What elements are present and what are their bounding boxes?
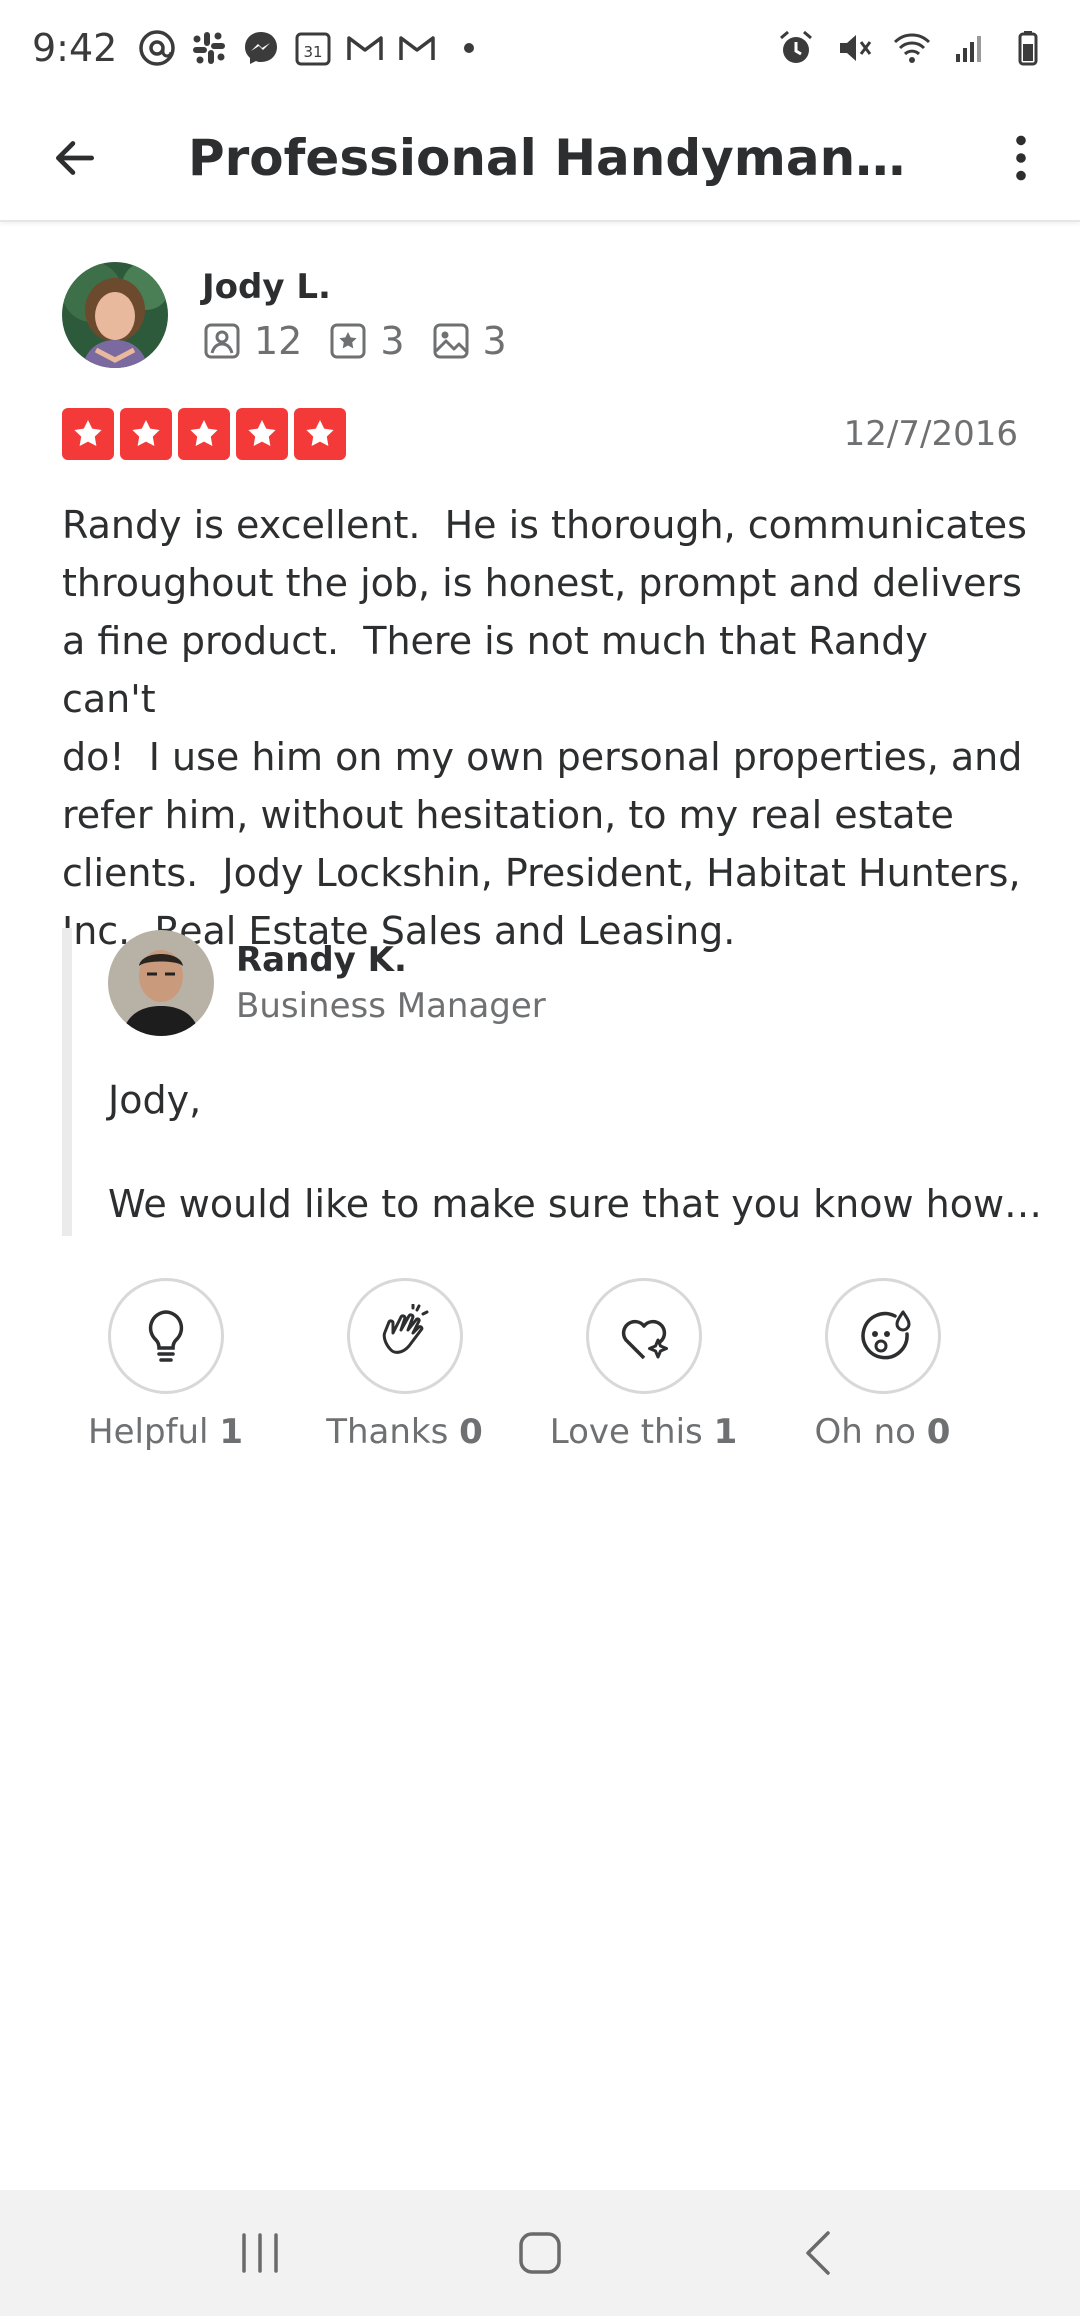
reaction-love-this-count: 1 (713, 1412, 738, 1452)
reaction-oh-no[interactable]: Oh no 0 (763, 1278, 1002, 1452)
friends-icon (204, 323, 240, 359)
messenger-icon (241, 28, 281, 68)
star-icon (236, 408, 288, 460)
friends-stat: 12 (202, 319, 302, 363)
reviewer-info: Jody L. 12 3 3 (202, 267, 533, 363)
back-button[interactable] (30, 113, 120, 203)
friends-count: 12 (254, 319, 303, 363)
dot-icon (449, 28, 489, 68)
photos-stat: 3 (431, 319, 507, 363)
lightbulb-icon (148, 1310, 183, 1362)
battery-icon (1008, 28, 1048, 68)
reply-greeting: Jody, (108, 1078, 202, 1122)
reviews-stat: 3 (328, 319, 405, 363)
photo-icon (433, 323, 469, 359)
reaction-helpful-button[interactable] (107, 1278, 224, 1394)
gmail-icon (397, 28, 437, 68)
status-right (776, 28, 1048, 68)
reply-author-name: Randy K. (236, 940, 407, 980)
reviews-count: 3 (380, 319, 405, 363)
reaction-oh-no-count: 0 (926, 1412, 951, 1452)
status-bar: 9:42 31 (0, 0, 1080, 96)
business-reply[interactable]: Randy K. Business Manager Jody, We would… (62, 928, 1043, 1236)
home-icon (519, 2232, 561, 2274)
reaction-helpful[interactable]: Helpful 1 (46, 1278, 285, 1452)
review-text: Randy is excellent. He is thorough, comm… (62, 503, 1027, 953)
mute-icon (834, 28, 874, 68)
reaction-love-this-button[interactable] (585, 1278, 702, 1394)
gmail-icon (345, 28, 385, 68)
star-rating (62, 408, 346, 460)
reply-body: We would like to make sure that you know… (108, 1182, 1043, 1226)
reply-avatar (108, 930, 214, 1036)
reply-header: Randy K. Business Manager (108, 930, 1022, 1036)
star-box-icon (330, 323, 366, 359)
reaction-oh-no-label: Oh no 0 (815, 1412, 951, 1452)
reply-author-role: Business Manager (236, 986, 546, 1026)
reaction-love-this-text: Love this (549, 1412, 703, 1452)
reaction-thanks-label: Thanks 0 (326, 1412, 483, 1452)
star-icon (294, 408, 346, 460)
status-left: 9:42 31 (32, 26, 489, 70)
reaction-helpful-count: 1 (219, 1412, 243, 1452)
signal-icon (950, 28, 990, 68)
recent-apps-button[interactable] (200, 2203, 320, 2303)
reaction-love-this-label: Love this 1 (550, 1412, 738, 1452)
reviewer-name[interactable]: Jody L. (202, 267, 533, 307)
calendar-icon: 31 (293, 28, 333, 68)
star-icon (62, 408, 114, 460)
reaction-oh-no-text: Oh no (814, 1412, 916, 1452)
reaction-thanks-count: 0 (459, 1412, 483, 1452)
reaction-oh-no-button[interactable] (824, 1278, 941, 1394)
star-icon (120, 408, 172, 460)
review-date: 12/7/2016 (843, 414, 1018, 454)
reaction-thanks-button[interactable] (346, 1278, 463, 1394)
more-options-button[interactable] (986, 113, 1056, 203)
reaction-thanks[interactable]: Thanks 0 (285, 1278, 524, 1452)
arrow-left-icon (55, 141, 95, 175)
surprised-face-icon (860, 1310, 910, 1360)
app-bar: Professional Handyman… (0, 96, 1080, 222)
reaction-love-this[interactable]: Love this 1 (524, 1278, 763, 1452)
system-nav-bar (0, 2190, 1080, 2316)
reviewer-stats: 12 3 3 (202, 319, 533, 363)
reaction-helpful-text: Helpful (88, 1412, 209, 1452)
reply-meta: Randy K. Business Manager (236, 940, 546, 1026)
reaction-thanks-text: Thanks (326, 1412, 449, 1452)
reviewer-avatar[interactable] (62, 262, 168, 368)
page-title: Professional Handyman… (188, 129, 906, 187)
reactions-row: Helpful 1 Thanks 0 Love this 1 Oh no 0 (46, 1278, 1002, 1452)
alarm-icon (776, 28, 816, 68)
clapping-hands-icon (382, 1304, 428, 1354)
heart-sparkle-icon (621, 1319, 668, 1360)
system-back-button[interactable] (760, 2203, 880, 2303)
home-button[interactable] (480, 2203, 600, 2303)
rating-row: 12/7/2016 (62, 408, 1018, 460)
threads-icon (137, 28, 177, 68)
reaction-helpful-label: Helpful 1 (88, 1412, 243, 1452)
reviewer-header[interactable]: Jody L. 12 3 3 (62, 262, 533, 368)
recent-apps-icon (242, 2233, 278, 2273)
status-time: 9:42 (32, 26, 118, 70)
photos-count: 3 (482, 319, 507, 363)
calendar-day: 31 (304, 43, 323, 61)
star-icon (178, 408, 230, 460)
slack-icon (189, 28, 229, 68)
wifi-icon (892, 28, 932, 68)
chevron-left-icon (806, 2231, 830, 2275)
kebab-menu-icon (1016, 135, 1026, 181)
